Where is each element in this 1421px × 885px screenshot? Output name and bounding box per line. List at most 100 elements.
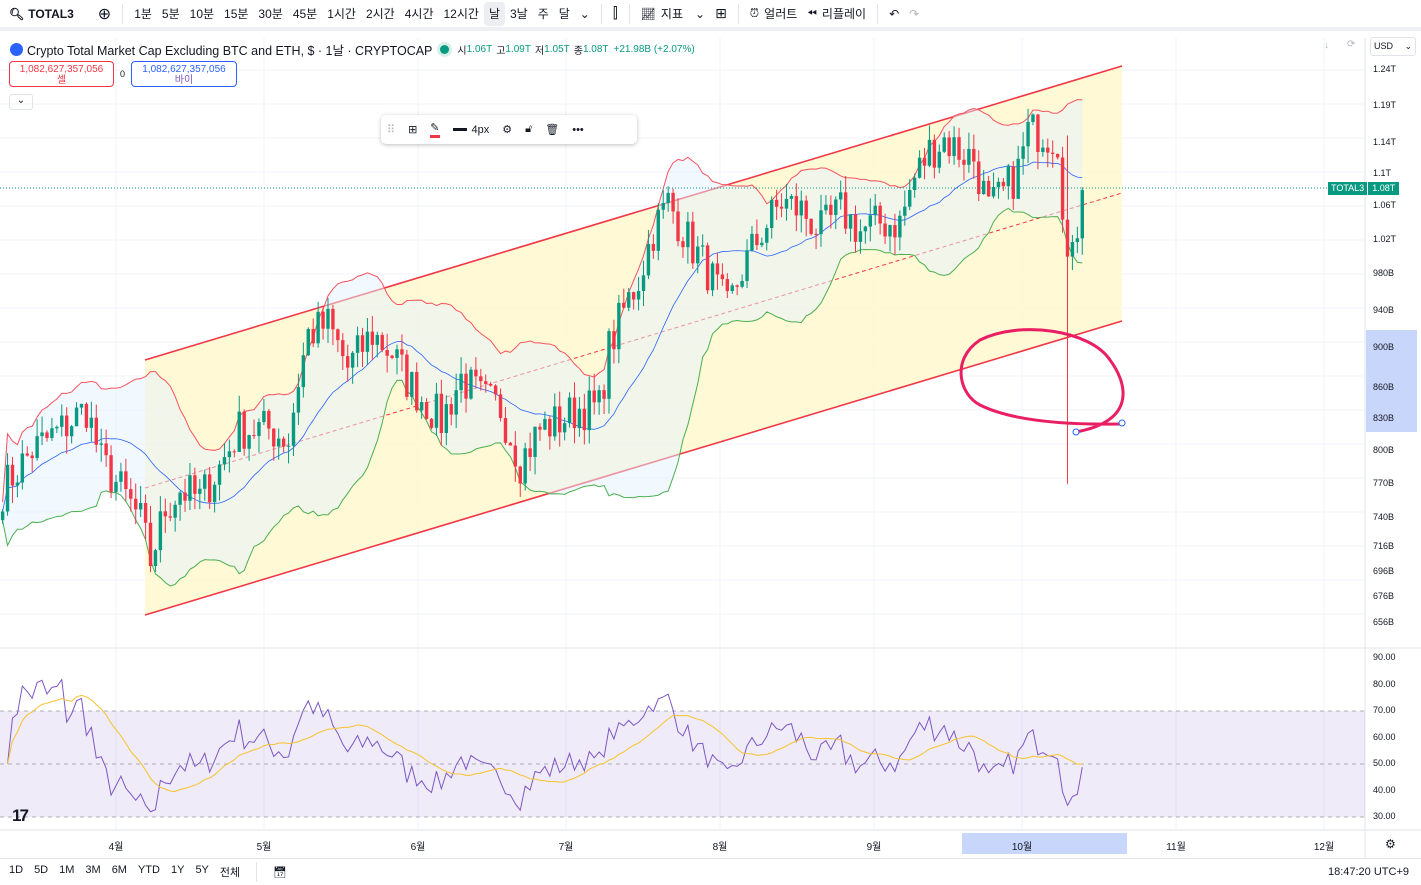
candle-body: [893, 225, 897, 238]
candle-body: [986, 180, 991, 197]
range-1[interactable]: 5D: [34, 864, 48, 880]
replay-button[interactable]: ⏪︎ 리플레이: [802, 2, 871, 26]
range-8[interactable]: 전체: [220, 864, 240, 880]
candle-body: [346, 356, 350, 368]
chart-canvas[interactable]: [0, 35, 1421, 858]
candle-body: [237, 411, 241, 452]
candle-body: [405, 354, 409, 397]
symbol-search[interactable]: 🔍︎ TOTAL3: [0, 2, 79, 26]
candle-body: [148, 522, 153, 566]
clock[interactable]: 18:47:20 UTC+9: [1328, 866, 1409, 878]
buy-label: 바이: [174, 75, 194, 86]
drawing-toolbar: ⠿ ⊞ ✎ 4px ⚙︎ 🔓︎ 🗑︎ •••: [381, 115, 637, 144]
interval-10[interactable]: 날: [483, 1, 505, 26]
interval-11[interactable]: 3날: [505, 2, 533, 26]
range-6[interactable]: 1Y: [171, 864, 184, 880]
interval-6[interactable]: 1시간: [322, 2, 361, 26]
interval-3[interactable]: 15분: [219, 2, 253, 26]
layouts-icon[interactable]: ⊞: [710, 2, 732, 26]
candle-body: [400, 349, 404, 355]
candle-body: [1041, 147, 1045, 153]
interval-0[interactable]: 1분: [129, 2, 157, 26]
range-2[interactable]: 1M: [59, 864, 74, 880]
sell-button[interactable]: 1,082,627,357,056 셀: [9, 61, 114, 87]
candle-body: [981, 180, 986, 195]
candle-body: [415, 372, 419, 411]
replay-label: 리플레이: [821, 7, 867, 21]
range-7[interactable]: 5Y: [195, 864, 208, 880]
scroll-down-icon[interactable]: ↓: [1324, 40, 1329, 51]
interval-4[interactable]: 30분: [253, 2, 287, 26]
interval-12[interactable]: 주: [533, 2, 554, 26]
candle-body: [725, 279, 730, 292]
settings-icon[interactable]: ⚙︎: [1385, 837, 1396, 851]
candle-body: [262, 410, 266, 423]
trash-icon[interactable]: 🗑︎: [545, 123, 559, 136]
collapse-legend-button[interactable]: ⌄: [9, 94, 33, 110]
line-width-icon: [452, 128, 467, 131]
pencil-color-icon[interactable]: ✎: [430, 122, 440, 138]
add-symbol-button[interactable]: ⊕: [93, 2, 116, 26]
candle-body: [582, 408, 587, 431]
redo-icon[interactable]: ↷: [904, 2, 924, 26]
chart-legend: Crypto Total Market Cap Excluding BTC an…: [10, 40, 695, 59]
drag-handle-icon[interactable]: ⠿: [387, 123, 395, 136]
candle-body: [207, 474, 212, 503]
interval-1[interactable]: 5분: [157, 2, 185, 26]
candle-type-icon[interactable]: ⫿: [608, 2, 623, 26]
currency-select[interactable]: USD ⌄: [1370, 37, 1416, 56]
interval-dropdown-icon[interactable]: ⌄: [575, 2, 595, 26]
rsi-tick: 50.00: [1373, 758, 1396, 768]
interval-7[interactable]: 2시간: [361, 2, 400, 26]
candle-body: [158, 511, 163, 551]
range-0[interactable]: 1D: [9, 864, 23, 880]
candle-body: [385, 350, 389, 356]
candle-body: [1001, 181, 1006, 187]
candle-body: [622, 302, 626, 308]
candle-body: [203, 474, 207, 489]
undo-icon[interactable]: ↶: [884, 2, 904, 26]
candle-body: [641, 275, 646, 291]
more-icon[interactable]: •••: [572, 124, 584, 136]
low-value: 1.05T: [544, 44, 570, 55]
candle-body: [99, 443, 103, 445]
candle-body: [94, 417, 98, 445]
range-3[interactable]: 3M: [85, 864, 100, 880]
candle-body: [848, 214, 853, 229]
open-value: 1.06T: [466, 44, 493, 55]
candle-body: [804, 200, 808, 219]
candle-body: [873, 205, 877, 216]
date-range-icon[interactable]: 📅︎: [273, 866, 287, 879]
interval-2[interactable]: 10분: [185, 2, 219, 26]
time-highlight: [962, 833, 1127, 854]
candle-body: [281, 438, 286, 447]
divider: [628, 3, 630, 24]
candle-body: [789, 196, 794, 199]
candle-body: [459, 373, 463, 391]
alert-button[interactable]: ⏰︎ 얼러트: [745, 2, 803, 26]
interval-8[interactable]: 4시간: [400, 2, 439, 26]
reset-scale-icon[interactable]: ⟳: [1347, 39, 1355, 50]
interval-9[interactable]: 12시간: [439, 2, 484, 26]
lock-icon[interactable]: 🔓︎: [525, 123, 532, 136]
indicators-icon: 📈︎: [640, 6, 656, 21]
candle-body: [153, 550, 158, 566]
interval-5[interactable]: 45분: [288, 2, 322, 26]
candle-body: [183, 492, 187, 501]
indicators-button[interactable]: 📈︎ 지표 ⌄: [636, 2, 710, 26]
range-4[interactable]: 6M: [112, 864, 127, 880]
candle-body: [518, 466, 522, 484]
buy-button[interactable]: 1,082,627,357,056 바이: [131, 61, 237, 87]
candle-body: [888, 225, 892, 237]
candle-body: [331, 308, 335, 330]
range-5[interactable]: YTD: [138, 864, 160, 880]
templates-icon[interactable]: ⊞: [408, 123, 417, 136]
settings-icon[interactable]: ⚙︎: [502, 123, 512, 136]
indicators-label: 지표: [660, 7, 683, 21]
tradingview-logo[interactable]: 17: [12, 806, 29, 826]
candle-body: [301, 355, 306, 388]
interval-13[interactable]: 달: [554, 2, 575, 26]
divider: [600, 3, 602, 24]
line-width-button[interactable]: 4px: [452, 124, 489, 136]
price-tick: 1.02T: [1373, 233, 1397, 244]
